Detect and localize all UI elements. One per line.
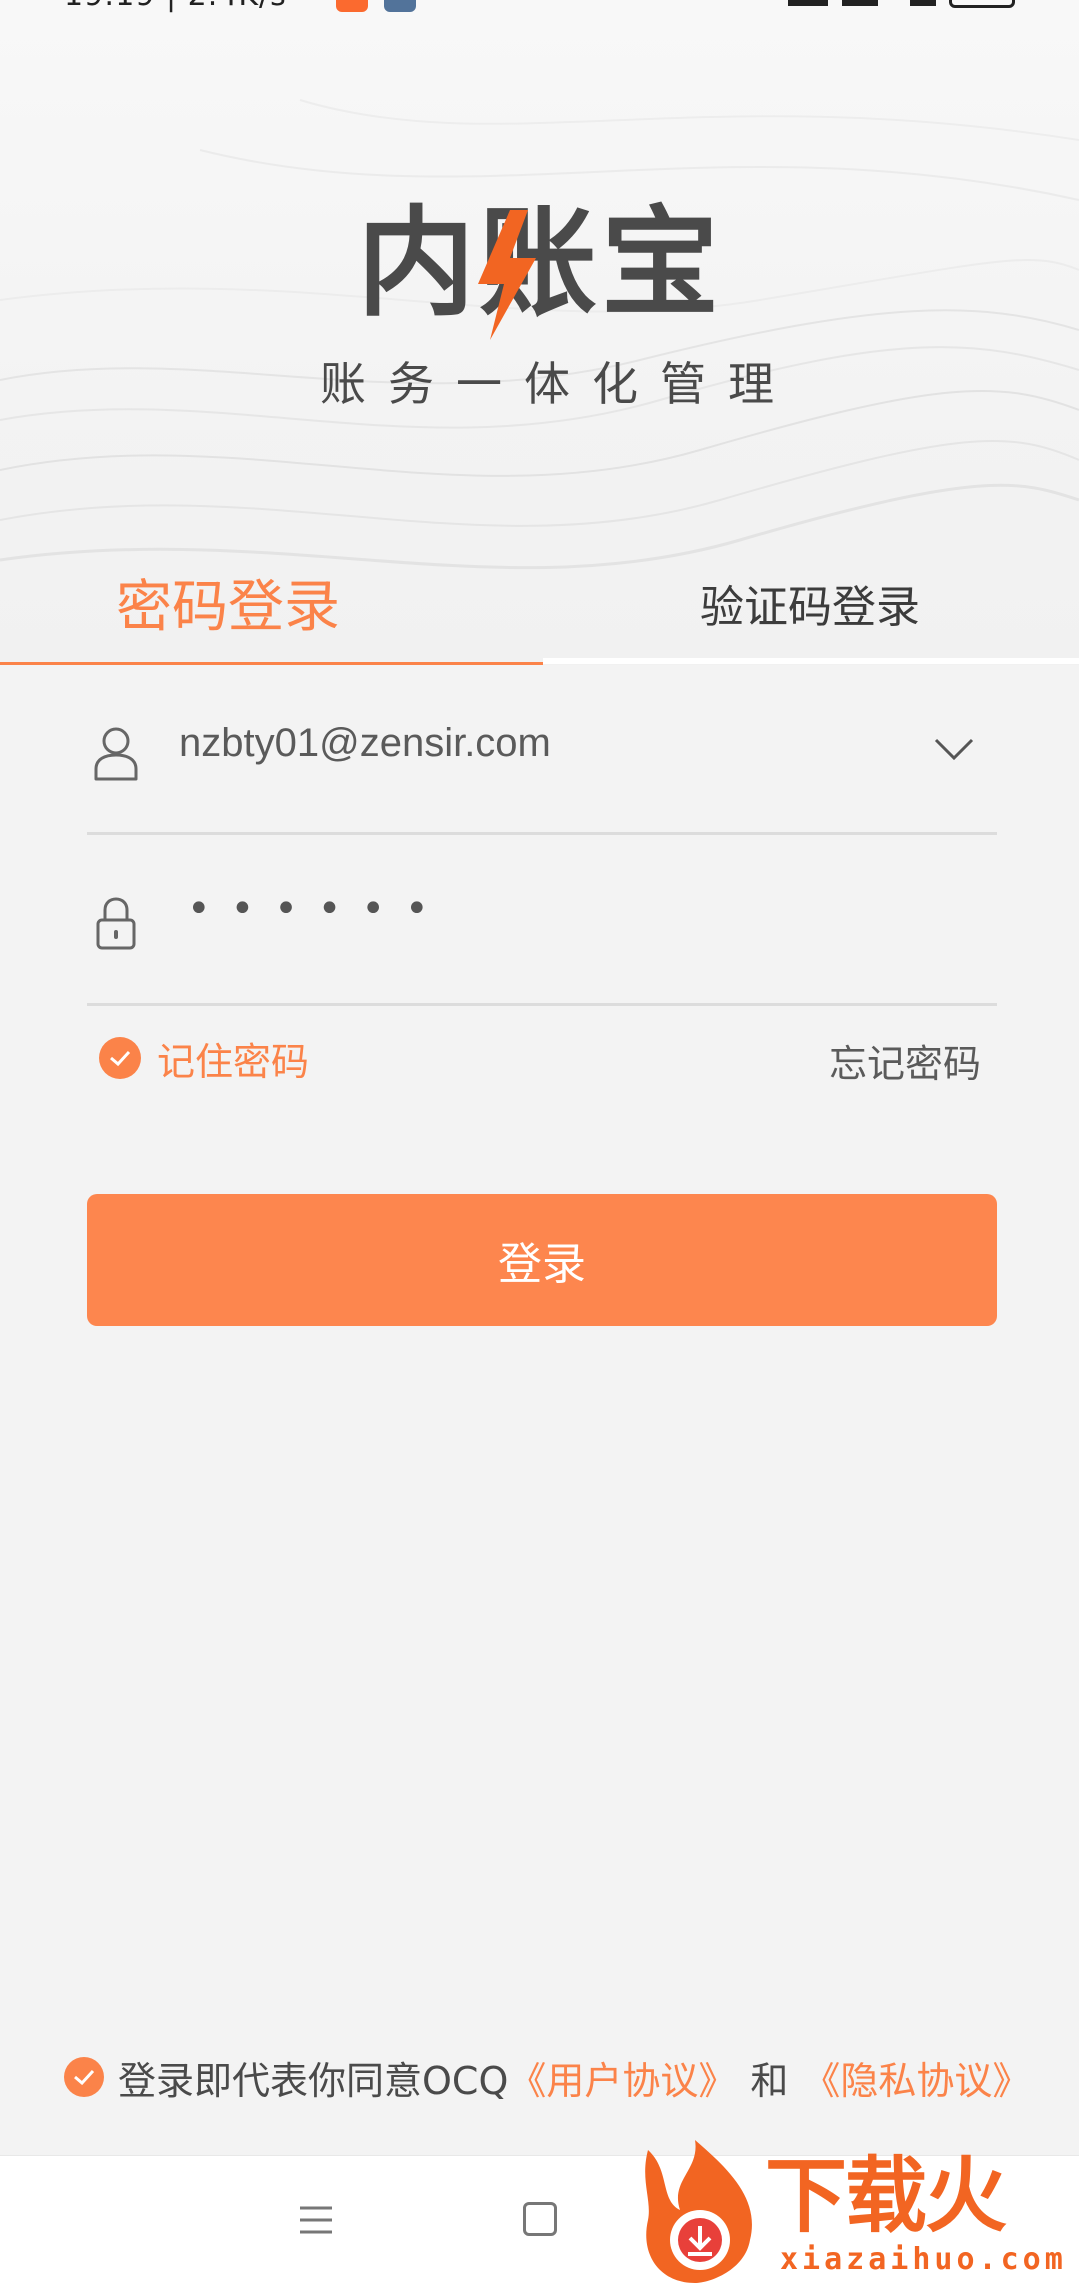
username-underline bbox=[87, 832, 997, 835]
status-time: 19:19 | 2.4K/s bbox=[64, 0, 287, 13]
forgot-password-link[interactable]: 忘记密码 bbox=[829, 1033, 981, 1088]
menu-icon[interactable] bbox=[296, 2204, 336, 2236]
home-square-icon[interactable] bbox=[523, 2202, 557, 2236]
username-field[interactable]: nzbty01@zensir.com bbox=[87, 665, 997, 835]
watermark: 下载火 xiazaihuo.com bbox=[640, 2140, 1079, 2283]
signal-icon bbox=[842, 0, 878, 6]
login-tabs: 密码登录 验证码登录 bbox=[0, 540, 1079, 665]
tab-password-login[interactable]: 密码登录 bbox=[0, 540, 540, 665]
tab-sms-login[interactable]: 验证码登录 bbox=[540, 540, 1079, 665]
agreement-and: 和 bbox=[750, 2058, 789, 2103]
agreement-text: 登录即代表你同意OCQ bbox=[118, 2058, 509, 2103]
username-input[interactable]: nzbty01@zensir.com bbox=[179, 721, 551, 766]
user-icon bbox=[94, 727, 138, 781]
lock-icon bbox=[96, 897, 136, 950]
password-field[interactable]: •••••• bbox=[87, 836, 997, 1006]
password-underline bbox=[87, 1003, 997, 1006]
chevron-down-icon[interactable] bbox=[933, 735, 975, 763]
app-notification-icon bbox=[336, 0, 368, 12]
check-icon bbox=[99, 1037, 141, 1079]
login-button[interactable]: 登录 bbox=[87, 1194, 997, 1326]
tab-divider bbox=[543, 658, 1079, 664]
agreement-checkbox[interactable] bbox=[64, 2057, 104, 2097]
watermark-title: 下载火 bbox=[765, 2149, 1007, 2244]
remember-password-label: 记住密码 bbox=[157, 1039, 310, 1084]
tab-password-login-label: 密码登录 bbox=[116, 575, 340, 640]
signal-icon bbox=[788, 0, 828, 6]
logo-tagline: 账务一体化管理 bbox=[320, 357, 796, 411]
app-logo: 内账宝 bbox=[356, 194, 723, 332]
user-agreement-link[interactable]: 《用户协议》 bbox=[508, 2050, 736, 2105]
agreement-row: 登录即代表你同意OCQ 《用户协议》 和 《隐私协议》 bbox=[64, 2050, 1030, 2105]
app-notification-icon bbox=[384, 0, 416, 12]
status-bar: 19:19 | 2.4K/s bbox=[0, 0, 1079, 16]
wifi-icon bbox=[910, 0, 936, 6]
battery-icon bbox=[949, 0, 1015, 8]
flame-logo-icon bbox=[645, 2140, 752, 2283]
password-input[interactable]: •••••• bbox=[187, 886, 449, 932]
remember-password-checkbox[interactable]: 记住密码 bbox=[99, 1033, 310, 1084]
privacy-policy-link[interactable]: 《隐私协议》 bbox=[802, 2050, 1030, 2105]
login-screen: 19:19 | 2.4K/s 内账宝 账务一体化管理 密码登录 验证码登录 nz… bbox=[0, 0, 1079, 2283]
tab-sms-login-label: 验证码登录 bbox=[700, 581, 920, 633]
watermark-domain: xiazaihuo.com bbox=[780, 2242, 1067, 2277]
lightning-icon bbox=[478, 210, 536, 340]
